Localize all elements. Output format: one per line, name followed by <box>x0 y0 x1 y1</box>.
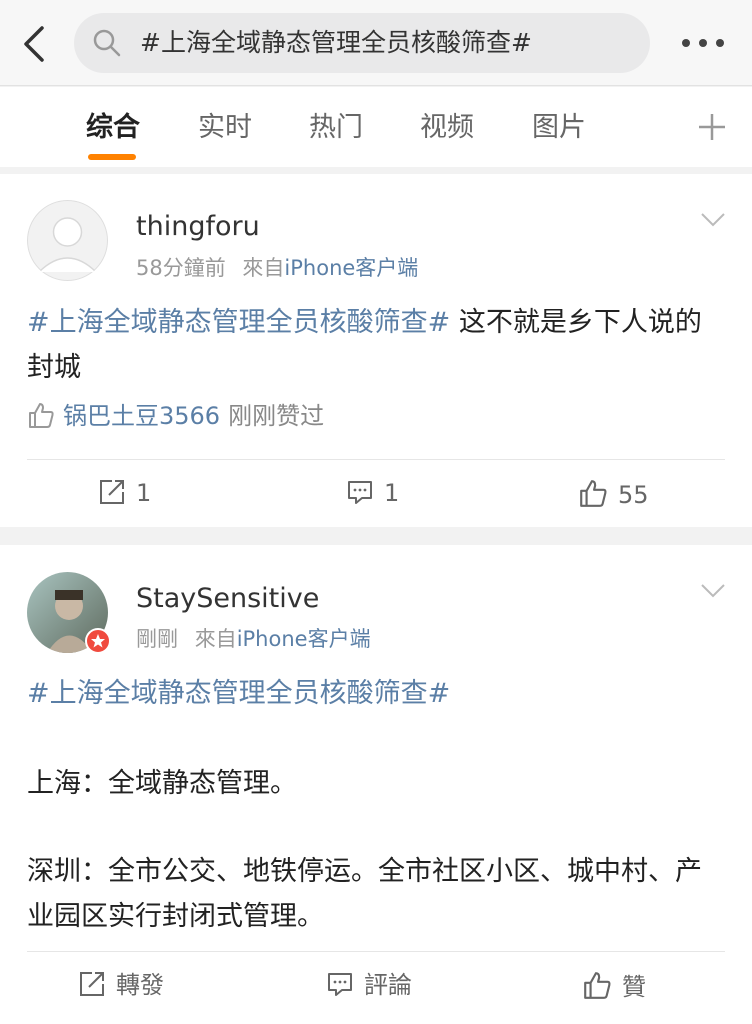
search-icon <box>92 28 122 58</box>
post-time: 58分鐘前 <box>136 256 226 280</box>
chevron-down-icon[interactable] <box>700 212 726 228</box>
liked-action: 刚刚赞过 <box>228 402 325 430</box>
post-text-line: 上海：全域静态管理。 <box>27 768 297 799</box>
add-tab-icon[interactable] <box>696 111 728 143</box>
hashtag-link[interactable]: #上海全域静态管理全员核酸筛查# <box>27 678 450 709</box>
top-bar: #上海全域静态管理全员核酸筛查# <box>0 0 752 86</box>
comment-icon <box>328 973 352 996</box>
search-query: #上海全域静态管理全员核酸筛查# <box>140 28 532 57</box>
tab-video[interactable]: 视频 <box>420 111 474 145</box>
liked-by-row: 锅巴土豆3566 刚刚赞过 <box>27 400 324 432</box>
repost-button[interactable]: 轉發 <box>78 970 164 1000</box>
post-hashtag-line: #上海全域静态管理全员核酸筛查# <box>27 671 727 716</box>
repost-button[interactable]: 1 <box>98 478 151 508</box>
like-button[interactable]: 55 <box>578 478 649 510</box>
tab-hot[interactable]: 热门 <box>309 111 363 145</box>
source-prefix: 來自 <box>242 256 285 280</box>
post-body: #上海全域静态管理全员核酸筛查# 这不就是乡下人说的封城 <box>27 300 727 390</box>
post-meta: 58分鐘前 來自iPhone客户端 <box>136 254 418 282</box>
username[interactable]: thingforu <box>136 210 260 244</box>
post-source[interactable]: iPhone客户端 <box>284 256 418 280</box>
post-card: thingforu 58分鐘前 來自iPhone客户端 #上海全域静态管理全员核… <box>0 174 752 527</box>
like-count: 55 <box>618 481 649 509</box>
post-card: StaySensitive 剛剛 來自iPhone客户端 #上海全域静态管理全员… <box>0 545 752 1024</box>
comment-button[interactable]: 評論 <box>326 970 412 1000</box>
repost-count: 1 <box>136 479 152 507</box>
repost-label: 轉發 <box>116 971 164 999</box>
comment-button[interactable]: 1 <box>346 478 399 508</box>
tab-bar: 综合 实时 热门 视频 图片 <box>0 87 752 167</box>
repost-icon <box>100 480 124 504</box>
hashtag-link[interactable]: #上海全域静态管理全员核酸筛查# <box>27 307 450 338</box>
back-arrow-icon[interactable] <box>20 24 52 64</box>
chevron-down-icon[interactable] <box>700 583 726 599</box>
divider <box>27 951 725 952</box>
search-input[interactable]: #上海全域静态管理全员核酸筛查# <box>74 13 650 73</box>
tab-comprehensive[interactable]: 综合 <box>86 111 140 145</box>
post-time: 剛剛 <box>136 627 178 651</box>
tab-images[interactable]: 图片 <box>532 111 586 145</box>
source-prefix: 來自 <box>194 627 237 651</box>
divider <box>27 459 725 460</box>
more-options-icon[interactable] <box>680 30 726 56</box>
verified-badge-icon <box>85 628 111 654</box>
like-button[interactable]: 贊 <box>582 970 646 1002</box>
thumbs-up-icon <box>584 972 611 999</box>
like-label: 贊 <box>622 973 646 1001</box>
thumbs-up-icon <box>580 480 607 507</box>
tab-realtime[interactable]: 实时 <box>198 111 252 145</box>
username[interactable]: StaySensitive <box>136 582 319 616</box>
comment-count: 1 <box>384 479 400 507</box>
avatar[interactable] <box>27 200 108 281</box>
post-text-line: 深圳：全市公交、地铁停运。全市社区小区、城中村、产业园区实行封闭式管理。 <box>27 856 702 932</box>
post-source[interactable]: iPhone客户端 <box>237 627 371 651</box>
thumbs-up-icon <box>29 403 54 428</box>
post-meta: 剛剛 來自iPhone客户端 <box>136 625 371 653</box>
repost-icon <box>80 972 104 996</box>
liked-by-user[interactable]: 锅巴土豆3566 <box>63 402 220 430</box>
comment-label: 評論 <box>364 971 412 999</box>
active-tab-indicator <box>88 154 136 160</box>
comment-icon <box>348 481 372 504</box>
